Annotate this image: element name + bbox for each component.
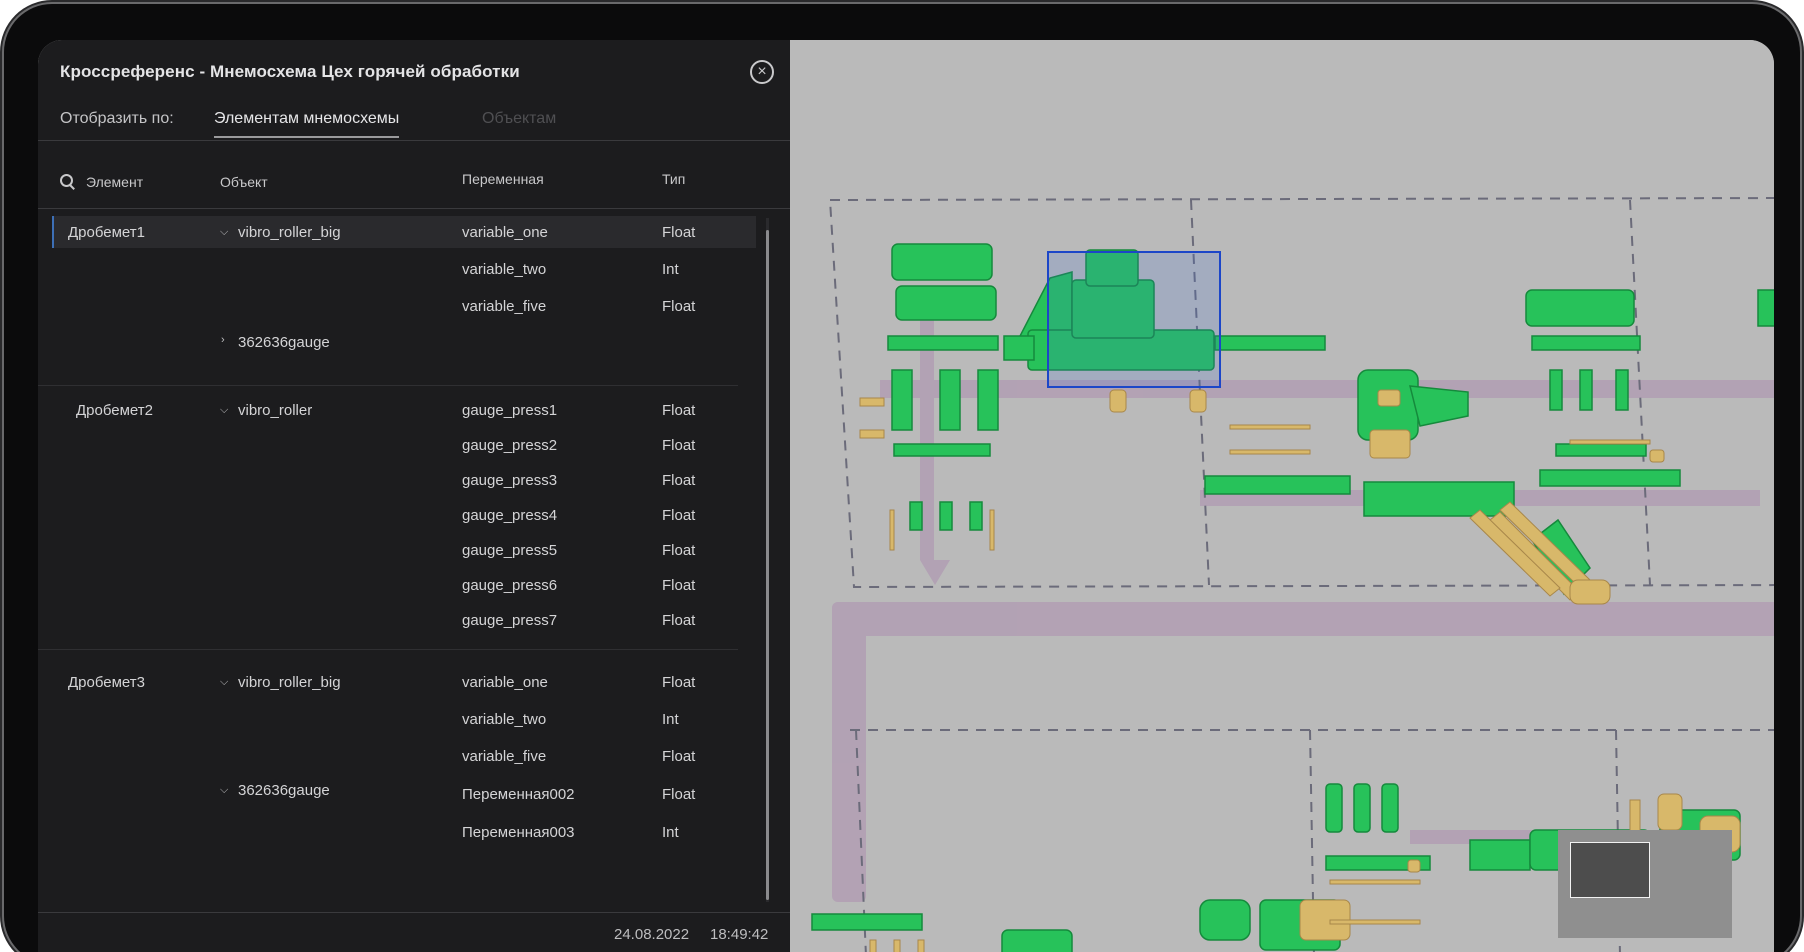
close-icon[interactable]: × — [750, 60, 774, 84]
object-name[interactable]: vibro_roller_big — [238, 224, 341, 241]
divider — [38, 140, 790, 141]
divider — [38, 912, 790, 913]
variable-name: gauge_press7 — [462, 612, 558, 629]
variable-name: variable_two — [462, 261, 547, 278]
variable-type: Int — [662, 824, 679, 841]
variable-type: Float — [662, 298, 696, 315]
group-divider — [38, 385, 738, 386]
object-name[interactable]: vibro_roller_big — [238, 674, 341, 691]
variable-name: gauge_press5 — [462, 542, 558, 559]
column-header-type: Тип — [662, 171, 686, 187]
display-by-row: Отобразить по: Элементам мнемосхемы Объе… — [60, 110, 790, 144]
minimap[interactable] — [1558, 830, 1732, 938]
tab-scheme-elements[interactable]: Элементам мнемосхемы — [214, 110, 400, 138]
variable-name: gauge_press1 — [462, 402, 558, 419]
selected-element-frame — [1047, 251, 1221, 388]
chevron-right-icon[interactable]: › — [221, 334, 225, 346]
variable-type: Int — [662, 261, 679, 278]
selected-row[interactable] — [52, 216, 756, 248]
variable-type: Float — [662, 786, 696, 803]
element-name[interactable]: Дробемет3 — [68, 674, 145, 691]
chevron-down-icon[interactable]: ⌵ — [220, 784, 228, 797]
variable-name: gauge_press4 — [462, 507, 558, 524]
variable-type: Float — [662, 437, 696, 454]
minimap-viewport[interactable] — [1570, 842, 1650, 898]
variable-type: Float — [662, 402, 696, 419]
panel-title: Кроссреференс - Мнемосхема Цех горячей о… — [60, 62, 520, 81]
search-icon[interactable] — [60, 174, 76, 190]
variable-name: gauge_press6 — [462, 577, 558, 594]
variable-name: variable_five — [462, 298, 547, 315]
variable-type: Int — [662, 711, 679, 728]
variable-name: variable_one — [462, 674, 548, 691]
footer-date: 24.08.2022 — [614, 926, 690, 943]
display-by-label: Отобразить по: — [60, 110, 174, 127]
divider — [38, 208, 790, 209]
object-name[interactable]: 362636gauge — [238, 782, 330, 799]
variable-type: Float — [662, 542, 696, 559]
variable-type: Float — [662, 577, 696, 594]
group-divider — [38, 649, 738, 650]
footer-time: 18:49:42 — [710, 926, 769, 943]
scrollbar-thumb[interactable] — [766, 230, 769, 900]
variable-name: gauge_press2 — [462, 437, 558, 454]
variable-name: variable_five — [462, 748, 547, 765]
element-name[interactable]: Дробемет2 — [76, 402, 153, 419]
scheme-drawing — [811, 197, 1774, 952]
column-header-variable: Переменная — [462, 171, 544, 187]
column-header-element[interactable]: Элемент — [86, 174, 143, 190]
object-name[interactable]: vibro_roller — [238, 402, 312, 419]
variable-name: Переменная002 — [462, 786, 575, 803]
chevron-down-icon[interactable]: ⌵ — [220, 676, 228, 689]
chevron-down-icon[interactable]: ⌵ — [220, 404, 228, 417]
variable-name: variable_two — [462, 711, 547, 728]
column-header-object: Объект — [220, 174, 268, 190]
variable-type: Float — [662, 507, 696, 524]
variable-type: Float — [662, 674, 696, 691]
variable-type: Float — [662, 224, 696, 241]
variable-type: Float — [662, 612, 696, 629]
crossreference-panel: Кроссреференс - Мнемосхема Цех горячей о… — [38, 40, 790, 952]
variable-name: variable_one — [462, 224, 548, 241]
screen: Кроссреференс - Мнемосхема Цех горячей о… — [38, 40, 1774, 952]
object-name[interactable]: 362636gauge — [238, 334, 330, 351]
chevron-down-icon[interactable]: ⌵ — [220, 226, 228, 239]
mnemonic-scheme-canvas[interactable] — [790, 40, 1774, 952]
variable-name: Переменная003 — [462, 824, 575, 841]
tab-objects[interactable]: Объектам — [482, 110, 556, 136]
device-frame: Кроссреференс - Мнемосхема Цех горячей о… — [4, 4, 1800, 952]
variable-name: gauge_press3 — [462, 472, 558, 489]
variable-type: Float — [662, 748, 696, 765]
element-name[interactable]: Дробемет1 — [68, 224, 145, 241]
variable-type: Float — [662, 472, 696, 489]
